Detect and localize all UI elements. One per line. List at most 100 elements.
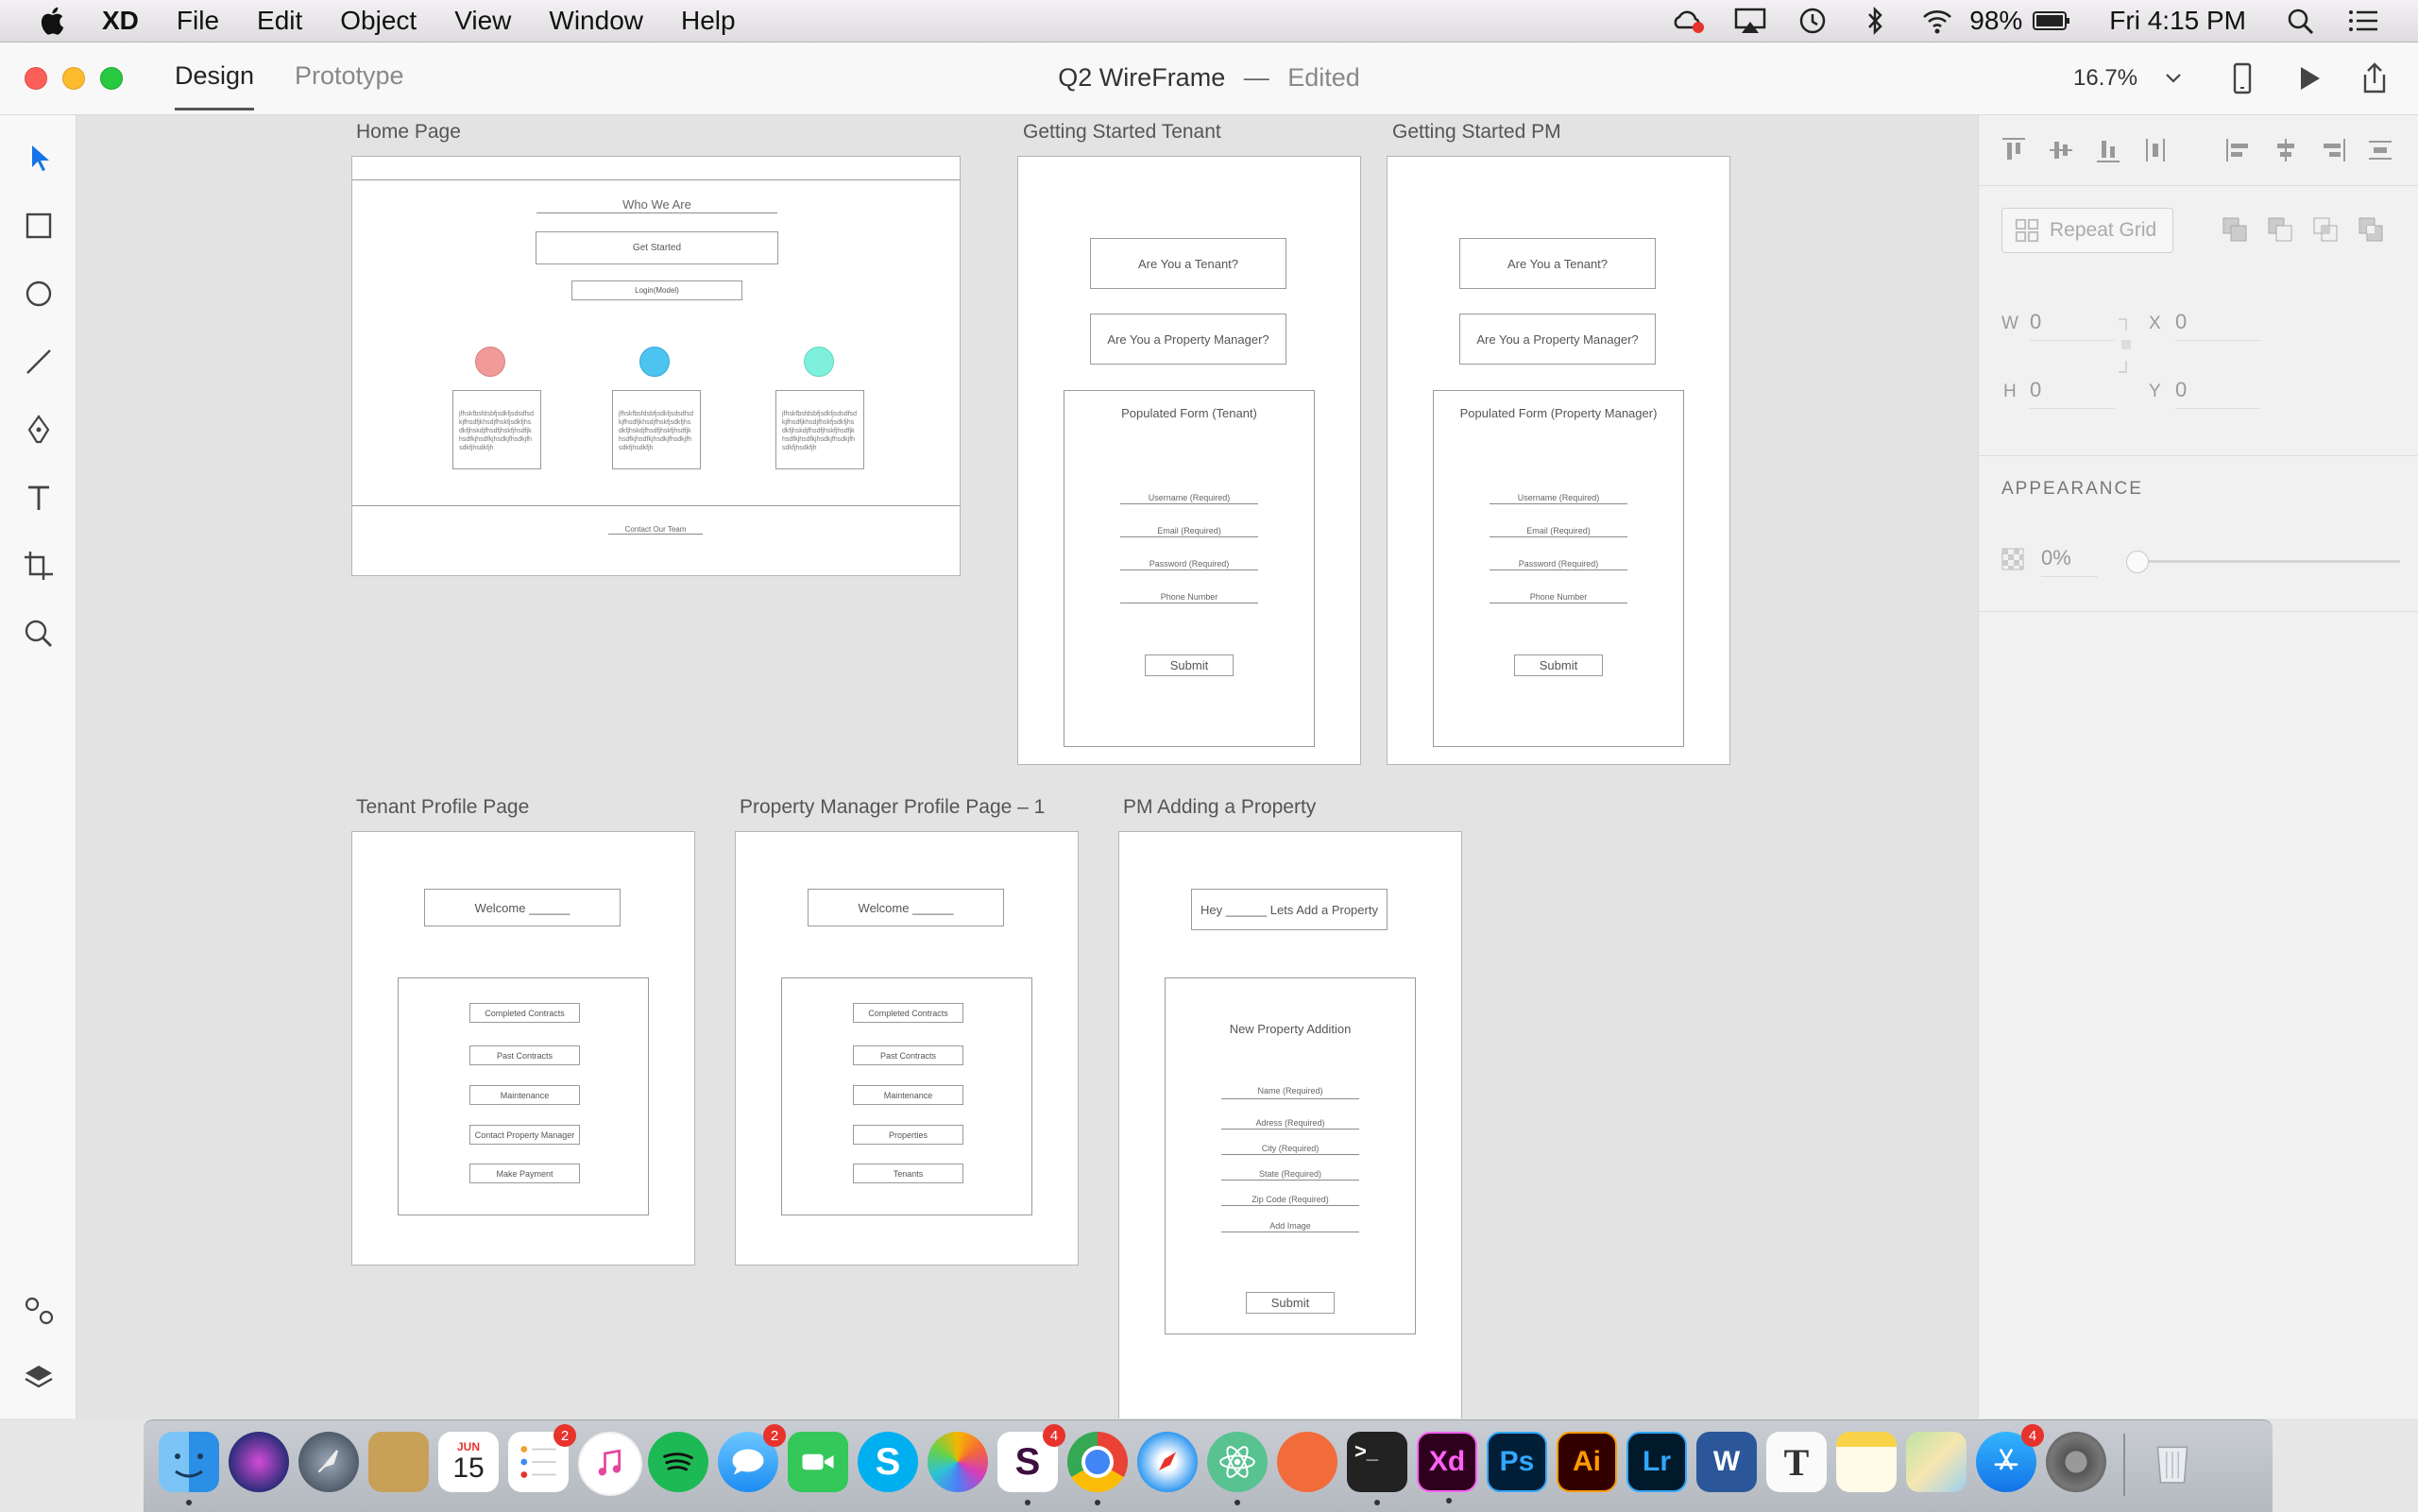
menu-window[interactable]: Window [549,6,643,36]
distribute-vertical-icon[interactable] [2366,136,2394,164]
reminders-icon[interactable]: 2 [508,1424,576,1492]
tenant-submit-button[interactable]: Submit [1145,654,1234,676]
align-center-icon[interactable] [2272,136,2300,164]
siri-icon[interactable] [229,1432,289,1492]
artboard-home-page[interactable]: Who We Are Get Started Login(Model) jfhs… [351,156,961,576]
phone-field[interactable]: Phone Number [1490,592,1627,603]
time-machine-icon[interactable] [1796,7,1830,35]
property-zip-field[interactable]: Zip Code (Required) [1221,1195,1359,1206]
username-field[interactable]: Username (Required) [1120,493,1258,504]
share-icon[interactable] [2358,61,2392,95]
pen-tool-icon[interactable] [21,412,57,448]
launchpad-icon[interactable] [298,1432,359,1492]
bluetooth-icon[interactable] [1858,7,1892,35]
layers-panel-icon[interactable] [21,1360,57,1396]
word-icon[interactable]: W [1696,1432,1757,1492]
login-button[interactable]: Login(Model) [571,280,742,300]
are-you-pm-button[interactable]: Are You a Property Manager? [1090,314,1286,365]
email-field[interactable]: Email (Required) [1490,526,1627,537]
battery-icon[interactable] [2032,7,2071,35]
artboard-getting-started-tenant[interactable]: Are You a Tenant? Are You a Property Man… [1017,156,1361,765]
artboard-pm-profile[interactable]: Welcome ______ Completed Contracts Past … [735,831,1079,1266]
typora-icon[interactable]: T [1766,1432,1827,1492]
terminal-icon[interactable]: >_ [1347,1432,1407,1505]
artboard-label-tenant-profile[interactable]: Tenant Profile Page [356,796,529,819]
height-input[interactable]: 0 [2030,378,2115,409]
line-tool-icon[interactable] [21,344,57,380]
artboard-tool-icon[interactable] [21,548,57,584]
align-left-icon[interactable] [2224,136,2253,164]
rectangle-tool-icon[interactable] [21,208,57,244]
illustrator-icon[interactable]: Ai [1557,1432,1617,1492]
property-city-field[interactable]: City (Required) [1221,1144,1359,1155]
atom-icon[interactable] [1207,1432,1268,1505]
finder-icon[interactable] [159,1432,219,1505]
postman-icon[interactable] [1277,1432,1337,1492]
align-middle-icon[interactable] [2047,136,2075,164]
completed-contracts-button[interactable]: Completed Contracts [853,1003,963,1023]
lightroom-icon[interactable]: Lr [1626,1432,1687,1492]
menu-app-xd[interactable]: XD [102,6,139,36]
design-canvas[interactable]: Home Page Who We Are Get Started Login(M… [77,115,1977,1419]
zoom-level[interactable]: 16.7% [2073,65,2137,92]
messages-icon[interactable]: 2 [718,1424,786,1492]
device-preview-icon[interactable] [2225,61,2259,95]
property-image-field[interactable]: Add Image [1221,1221,1359,1232]
contact-pm-button[interactable]: Contact Property Manager [469,1125,580,1145]
ellipse-tool-icon[interactable] [21,276,57,312]
artboard-pm-adding-property[interactable]: Hey ______ Lets Add a Property New Prope… [1118,831,1462,1419]
password-field[interactable]: Password (Required) [1490,559,1627,570]
zoom-tool-icon[interactable] [21,616,57,652]
apple-icon[interactable] [38,5,70,37]
opacity-input[interactable]: 0% [2041,546,2098,577]
chrome-icon[interactable] [1067,1432,1128,1505]
notefile-icon[interactable] [368,1432,429,1492]
password-field[interactable]: Password (Required) [1120,559,1258,570]
are-you-tenant-button[interactable]: Are You a Tenant? [1459,238,1656,289]
username-field[interactable]: Username (Required) [1490,493,1627,504]
property-submit-button[interactable]: Submit [1246,1292,1335,1314]
email-field[interactable]: Email (Required) [1120,526,1258,537]
repeat-grid-button[interactable]: Repeat Grid [2001,208,2173,253]
x-input[interactable]: 0 [2175,310,2260,341]
opacity-slider[interactable] [2136,560,2400,563]
artboard-label-home[interactable]: Home Page [356,121,461,144]
boolean-intersect-icon[interactable] [2311,215,2340,244]
text-tool-icon[interactable] [21,480,57,516]
menu-help[interactable]: Help [681,6,736,36]
tenants-button[interactable]: Tenants [853,1164,963,1183]
width-input[interactable]: 0 [2030,310,2115,341]
completed-contracts-button[interactable]: Completed Contracts [469,1003,580,1023]
contact-team-link[interactable]: Contact Our Team [608,525,703,535]
menu-edit[interactable]: Edit [257,6,302,36]
get-started-button[interactable]: Get Started [536,231,778,264]
clock[interactable]: Fri 4:15 PM [2109,6,2246,36]
notes-icon[interactable] [1836,1432,1897,1492]
maintenance-button[interactable]: Maintenance [853,1085,963,1105]
phone-field[interactable]: Phone Number [1120,592,1258,603]
calendar-icon[interactable]: JUN 15 [438,1432,499,1492]
pm-submit-button[interactable]: Submit [1514,654,1603,676]
opacity-slider-handle[interactable] [2126,551,2149,573]
menu-view[interactable]: View [454,6,511,36]
boolean-add-icon[interactable] [2221,215,2249,244]
property-address-field[interactable]: Adress (Required) [1221,1118,1359,1130]
wifi-icon[interactable] [1920,7,1954,35]
maintenance-button[interactable]: Maintenance [469,1085,580,1105]
notification-center-icon[interactable] [2346,7,2380,35]
adobe-xd-icon[interactable]: Xd [1417,1432,1477,1504]
artboard-getting-started-pm[interactable]: Are You a Tenant? Are You a Property Man… [1387,156,1730,765]
align-right-icon[interactable] [2319,136,2347,164]
assets-panel-icon[interactable] [21,1292,57,1328]
safari-icon[interactable] [1137,1432,1198,1492]
align-bottom-icon[interactable] [2094,136,2122,164]
select-tool-icon[interactable] [21,140,57,176]
properties-button[interactable]: Properties [853,1125,963,1145]
y-input[interactable]: 0 [2175,378,2260,409]
boolean-exclude-icon[interactable] [2357,215,2385,244]
make-payment-button[interactable]: Make Payment [469,1164,580,1183]
trash-icon[interactable] [2142,1432,2203,1492]
past-contracts-button[interactable]: Past Contracts [469,1045,580,1065]
lock-aspect-icon[interactable] [2117,317,2136,374]
system-preferences-icon[interactable] [2046,1432,2106,1492]
